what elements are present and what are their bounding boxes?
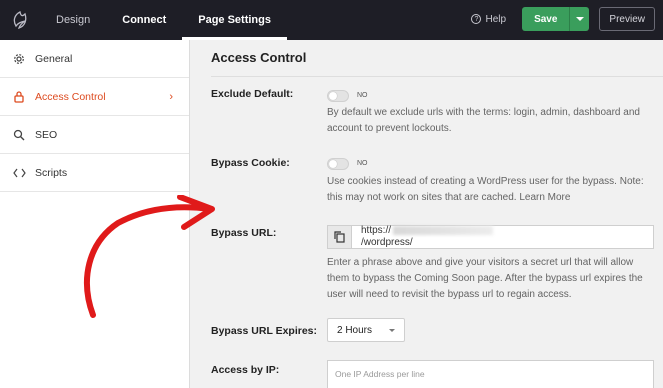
sidebar-item-seo[interactable]: SEO [0, 116, 189, 154]
sidebar-item-scripts[interactable]: Scripts [0, 154, 189, 192]
bypass-url-expires-select[interactable]: 2 Hours [327, 318, 405, 342]
tab-connect[interactable]: Connect [106, 0, 182, 40]
save-dropdown-button[interactable] [569, 7, 589, 31]
chevron-right-icon: › [169, 90, 173, 103]
tab-design[interactable]: Design [40, 0, 106, 40]
help-icon: ? [471, 14, 482, 24]
bypass-url-expires-value: 2 Hours [337, 324, 373, 336]
main-panel: Access Control Exclude Default: NO By de… [190, 40, 663, 388]
top-bar: Design Connect Page Settings ? Help Save… [0, 0, 663, 40]
exclude-default-toggle[interactable] [327, 90, 349, 102]
exclude-default-label: Exclude Default: [211, 88, 294, 100]
bypass-cookie-label: Bypass Cookie: [211, 157, 290, 169]
help-link[interactable]: ? Help [471, 14, 506, 25]
tab-page-settings[interactable]: Page Settings [182, 0, 287, 40]
bypass-url-field[interactable]: https:// /wordpress/ [327, 225, 654, 249]
sidebar-item-general[interactable]: General [0, 40, 189, 78]
copy-icon[interactable] [328, 226, 352, 248]
search-icon [12, 128, 26, 142]
sidebar-item-access-control[interactable]: Access Control › [0, 78, 189, 116]
access-by-ip-textarea[interactable]: One IP Address per line [327, 360, 654, 388]
gear-icon [12, 52, 26, 66]
code-icon [12, 166, 26, 180]
preview-button[interactable]: Preview [599, 7, 655, 31]
help-label: Help [485, 13, 507, 25]
save-button-group: Save [522, 7, 590, 31]
sidebar-item-label: Scripts [35, 166, 68, 179]
sidebar-item-label: General [35, 52, 73, 65]
seedprod-logo-icon[interactable] [0, 0, 40, 40]
section-title: Access Control [211, 50, 307, 65]
access-by-ip-label: Access by IP: [211, 364, 280, 376]
bypass-url-prefix: https:// [361, 225, 392, 236]
bypass-cookie-toggle[interactable] [327, 158, 349, 170]
chevron-down-icon [389, 329, 395, 332]
save-button[interactable]: Save [522, 7, 569, 31]
bypass-cookie-description: Use cookies instead of creating a WordPr… [327, 176, 644, 203]
bypass-cookie-toggle-text: NO [357, 160, 368, 167]
chevron-down-icon [575, 17, 584, 21]
lock-icon [12, 90, 26, 104]
bypass-url-suffix: /wordpress/ [361, 237, 413, 248]
bypass-url-value: https:// /wordpress/ [352, 225, 502, 248]
annotation-arrow-icon [84, 195, 215, 318]
redacted-domain [393, 225, 494, 235]
bypass-url-description: Enter a phrase above and give your visit… [327, 257, 643, 300]
exclude-default-toggle-text: NO [357, 92, 368, 99]
sidebar-item-label: SEO [35, 128, 58, 141]
sidebar-item-label: Access Control [35, 90, 106, 103]
exclude-default-description: By default we exclude urls with the term… [327, 107, 640, 134]
divider [211, 76, 663, 77]
bypass-url-expires-label: Bypass URL Expires: [211, 325, 318, 337]
